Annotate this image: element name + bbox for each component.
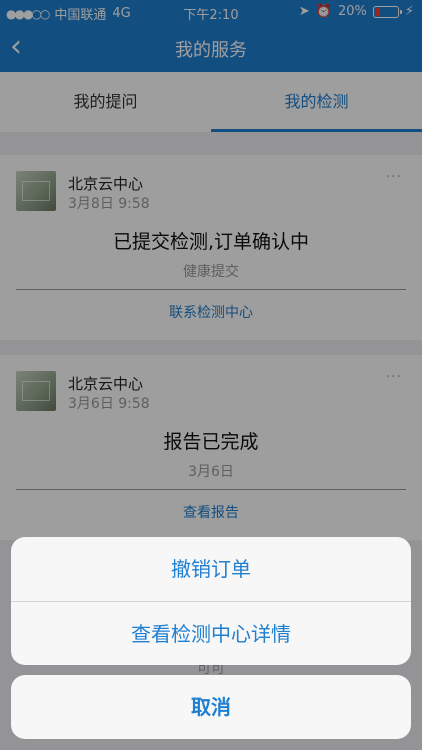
action-sheet: 撤销订单 查看检测中心详情 [11,537,411,665]
view-center-details-button[interactable]: 查看检测中心详情 [11,601,411,665]
cancel-order-button[interactable]: 撤销订单 [11,537,411,601]
cancel-button[interactable]: 取消 [11,675,411,739]
action-sheet-cancel: 取消 [11,675,411,739]
